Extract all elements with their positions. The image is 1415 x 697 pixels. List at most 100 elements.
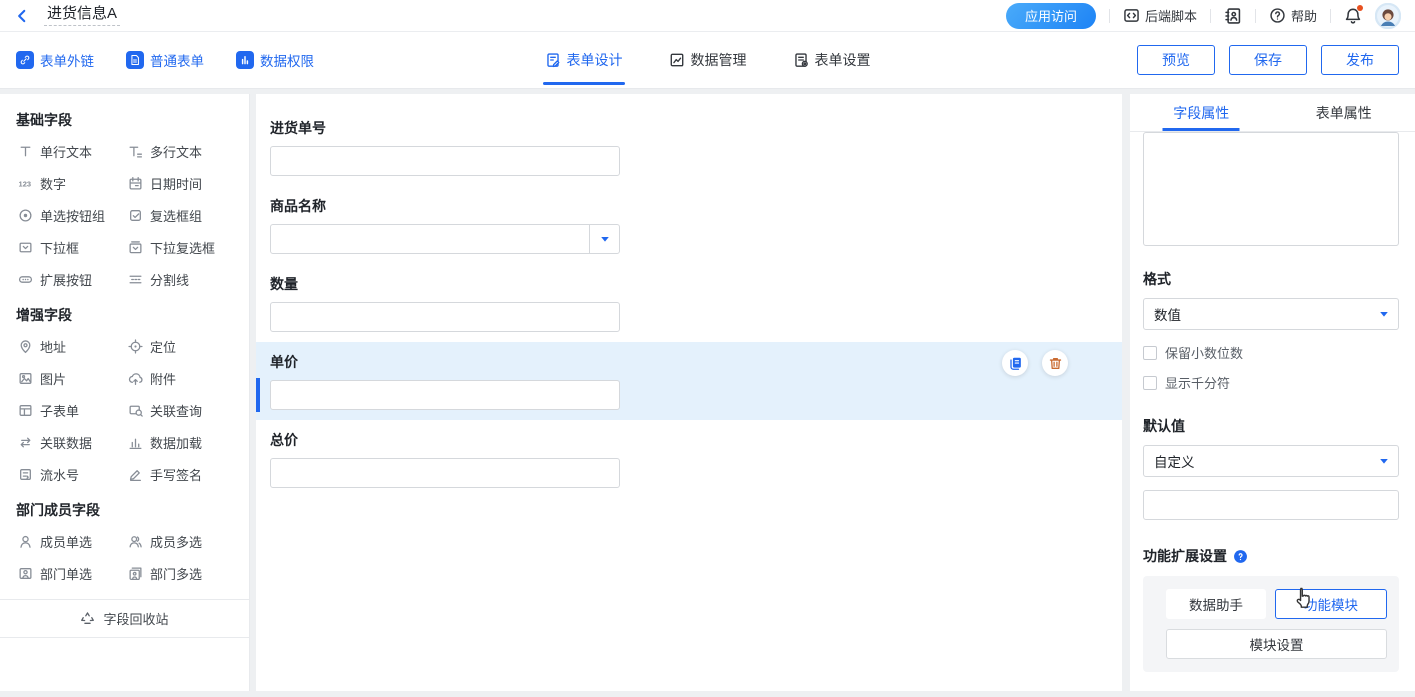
form-canvas[interactable]: 进货单号 商品名称 数量 单价 总价 (256, 94, 1122, 691)
backend-script-button[interactable]: 后端脚本 (1123, 6, 1197, 25)
field-label: 进货单号 (270, 118, 1108, 138)
address-icon (18, 339, 33, 354)
sidebar-item-label: 手写签名 (150, 465, 202, 484)
panel-tab-form-properties[interactable]: 表单属性 (1273, 94, 1415, 131)
default-value-section-label: 默认值 (1143, 416, 1399, 436)
canvas-field-row[interactable]: 商品名称 (256, 186, 1122, 264)
contact-book-button[interactable] (1224, 7, 1242, 25)
checkbox[interactable] (1143, 376, 1157, 390)
checkbox-row[interactable]: 保留小数位数 (1143, 343, 1399, 362)
tab-data-manage[interactable]: 数据管理 (669, 32, 747, 88)
sidebar-item-label: 部门单选 (40, 564, 92, 583)
default-custom-value-input[interactable] (1143, 490, 1399, 520)
copy-field-button[interactable] (1002, 350, 1028, 376)
page-title[interactable]: 进货信息A (44, 5, 120, 27)
help-filled-icon[interactable] (1233, 549, 1248, 564)
sidebar-item-expand-button[interactable]: 扩展按钮 (18, 263, 128, 295)
sidebar-item-label: 分割线 (150, 270, 189, 289)
sidebar-item-dept-multi[interactable]: 部门多选 (128, 557, 249, 589)
extension-section-label: 功能扩展设置 (1143, 546, 1227, 566)
canvas-field-row[interactable]: 数量 (256, 264, 1122, 342)
sidebar-item-datetime[interactable]: 日期时间 (128, 167, 249, 199)
publish-button[interactable]: 发布 (1321, 45, 1399, 75)
toolbar-links: 表单外链 普通表单 数据权限 (16, 50, 314, 70)
sidebar-item-label: 复选框组 (150, 206, 202, 225)
data-manage-icon (669, 52, 685, 68)
header-divider (1109, 9, 1110, 23)
toolbar-link-link[interactable]: 表单外链 (16, 50, 94, 70)
sidebar-item-linked-query[interactable]: 关联查询 (128, 394, 249, 426)
toolbar-link-plain-form[interactable]: 普通表单 (126, 50, 204, 70)
number-icon: 123 (18, 176, 33, 191)
sidebar-item-single-text[interactable]: 单行文本 (18, 135, 128, 167)
help-button[interactable]: 帮助 (1269, 6, 1317, 25)
caret-down-icon[interactable] (589, 225, 619, 253)
user-avatar[interactable] (1375, 3, 1401, 29)
canvas-field-row[interactable]: 单价 (256, 342, 1122, 420)
field-input[interactable] (270, 302, 620, 332)
sidebar-item-divider[interactable]: 分割线 (128, 263, 249, 295)
preview-button[interactable]: 预览 (1137, 45, 1215, 75)
sidebar-item-image[interactable]: 图片 (18, 362, 128, 394)
sidebar-item-attachment[interactable]: 附件 (128, 362, 249, 394)
sidebar-item-subform[interactable]: 子表单 (18, 394, 128, 426)
module-settings-button[interactable]: 模块设置 (1166, 629, 1387, 659)
field-select[interactable] (270, 224, 620, 254)
toolbar-link-label: 表单外链 (40, 50, 94, 70)
backend-script-label: 后端脚本 (1145, 6, 1197, 25)
field-input[interactable] (270, 380, 620, 410)
format-select[interactable]: 数值 (1143, 298, 1399, 330)
sidebar-item-multi-text[interactable]: 多行文本 (128, 135, 249, 167)
dropdown-icon (18, 240, 33, 255)
chevron-left-icon (14, 8, 30, 24)
sidebar-section-grid: 单行文本 多行文本 123 数字 日期时间 单选按钮组 复选框组 下拉框 下拉复… (0, 135, 249, 295)
sidebar-item-member-multi[interactable]: 成员多选 (128, 525, 249, 557)
field-description-textarea[interactable] (1143, 132, 1399, 246)
canvas-field-row[interactable]: 进货单号 (256, 108, 1122, 186)
sidebar-item-serial-number[interactable]: 流水号 (18, 458, 128, 490)
toolbar-link-data-permission[interactable]: 数据权限 (236, 50, 314, 70)
question-circle-icon (1269, 7, 1286, 24)
sidebar-item-linked-data[interactable]: 关联数据 (18, 426, 128, 458)
sidebar-item-dept-single[interactable]: 部门单选 (18, 557, 128, 589)
tab-form-design[interactable]: 表单设计 (545, 32, 623, 88)
canvas-field-row[interactable]: 总价 (256, 420, 1122, 498)
sidebar-item-label: 附件 (150, 369, 176, 388)
format-select-value: 数值 (1154, 304, 1181, 324)
sidebar-item-locate[interactable]: 定位 (128, 330, 249, 362)
checkbox[interactable] (1143, 346, 1157, 360)
sidebar-item-radio-group[interactable]: 单选按钮组 (18, 199, 128, 231)
extension-section-header: 功能扩展设置 (1143, 546, 1399, 566)
field-label: 单价 (270, 352, 1108, 372)
default-value-select[interactable]: 自定义 (1143, 445, 1399, 477)
sidebar-item-label: 图片 (40, 369, 66, 388)
subform-icon (18, 403, 33, 418)
checkbox-row[interactable]: 显示千分符 (1143, 373, 1399, 392)
delete-field-button[interactable] (1042, 350, 1068, 376)
field-input[interactable] (270, 146, 620, 176)
save-button[interactable]: 保存 (1229, 45, 1307, 75)
data-assistant-button[interactable]: 数据助手 (1166, 589, 1266, 619)
sidebar-item-number[interactable]: 123 数字 (18, 167, 128, 199)
sidebar-item-member-single[interactable]: 成员单选 (18, 525, 128, 557)
function-module-button[interactable]: 功能模块 (1275, 589, 1387, 619)
locate-icon (128, 339, 143, 354)
notification-bell-button[interactable] (1344, 7, 1362, 25)
sidebar-item-data-load[interactable]: 数据加载 (128, 426, 249, 458)
recycle-icon (80, 611, 95, 626)
sidebar-item-address[interactable]: 地址 (18, 330, 128, 362)
sidebar-item-dropdown-multi[interactable]: 下拉复选框 (128, 231, 249, 263)
header-divider (1255, 9, 1256, 23)
sidebar-item-signature[interactable]: 手写签名 (128, 458, 249, 490)
multi-text-icon (128, 144, 143, 159)
sidebar-item-checkbox-group[interactable]: 复选框组 (128, 199, 249, 231)
tab-form-settings[interactable]: 表单设置 (793, 32, 871, 88)
field-input[interactable] (270, 458, 620, 488)
sidebar-item-dropdown[interactable]: 下拉框 (18, 231, 128, 263)
extension-buttons: 数据助手功能模块 (1166, 589, 1387, 619)
panel-tab-field-properties[interactable]: 字段属性 (1130, 94, 1273, 131)
extension-panel: 数据助手功能模块 模块设置 (1143, 576, 1399, 672)
app-access-button[interactable]: 应用访问 (1006, 3, 1096, 29)
field-recycle-bin-button[interactable]: 字段回收站 (0, 599, 249, 638)
back-button[interactable] (14, 8, 30, 24)
